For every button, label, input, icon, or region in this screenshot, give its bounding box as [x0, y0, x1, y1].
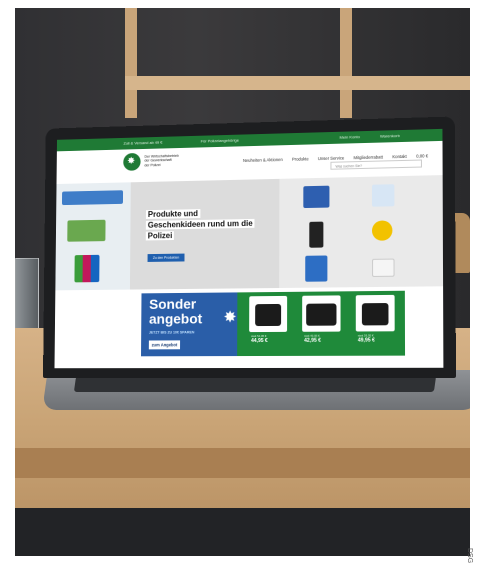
product-bottles[interactable]	[74, 254, 100, 283]
nav-item-service[interactable]: Unser Service	[318, 155, 344, 161]
product-mug[interactable]	[371, 184, 395, 207]
hero-product-tiles-left	[55, 182, 131, 291]
promo-product-backpack[interactable]	[249, 295, 288, 333]
promo-price-note: statt 49,95 €	[304, 333, 320, 338]
promo-banner: Sonder angebot ✸ JETZT BIS ZU 10€ SPAREN…	[54, 290, 444, 369]
promo-subline: JETZT BIS ZU 10€ SPAREN	[148, 330, 195, 335]
laptop-screen: Zoll & Versand ab 49 € Für Polizeiangehö…	[54, 128, 444, 369]
nav-item-products[interactable]: Produkte	[292, 156, 309, 161]
brand-name: Der Wirtschaftsbetrieb der Gewerkschaft …	[144, 154, 191, 168]
shelf-post-right	[340, 8, 352, 118]
police-star-icon: ✸	[223, 309, 237, 327]
promo-price: 49,95 €	[357, 337, 375, 344]
topbar-cart-link[interactable]: Warenkorb	[380, 133, 400, 139]
product-bag[interactable]	[305, 255, 328, 282]
nav-item-contact[interactable]: Kontakt	[392, 154, 407, 159]
shelf-board	[125, 76, 470, 90]
trolley-image	[361, 303, 389, 326]
hero-title-line: Polizei	[145, 231, 175, 241]
promo-product-trolley[interactable]	[355, 294, 395, 332]
hero-section: Produkte und Geschenkideen rund um die P…	[55, 175, 444, 291]
photo: Zoll & Versand ab 49 € Für Polizeiangehö…	[15, 8, 470, 556]
promo-headline: Sonder angebot	[148, 296, 203, 327]
promo-cta-button[interactable]: zum Angebot	[148, 340, 181, 350]
promo-product-duffel[interactable]	[302, 295, 341, 332]
product-sign[interactable]	[303, 185, 330, 209]
nav-item-news[interactable]: Neuheiten & Aktionen	[243, 157, 283, 163]
nav-cart-total[interactable]: 0,00 €	[416, 153, 428, 158]
product-cap[interactable]	[372, 258, 395, 277]
promo-headline-line: angebot	[148, 310, 203, 327]
photo-credit: DSG	[466, 548, 473, 564]
product-duck[interactable]	[371, 220, 393, 241]
brand-line: der Polizei	[144, 162, 161, 168]
product-figure[interactable]	[309, 221, 324, 248]
hero-title-line: Geschenkideen rund um die	[145, 218, 255, 230]
foreground-shadow	[15, 508, 470, 556]
table-edge	[15, 448, 470, 478]
topbar-account-link[interactable]: Mein Konto	[340, 134, 360, 140]
laptop-keyboard	[73, 376, 437, 392]
hero-title: Produkte und Geschenkideen rund um die P…	[145, 207, 274, 242]
promo-price-note: statt 59,95 €	[357, 333, 374, 338]
topbar-left-text: Zoll & Versand ab 49 €	[123, 139, 163, 146]
to-products-button[interactable]: Zu den Produkten	[147, 253, 185, 262]
product-cards[interactable]	[67, 219, 106, 242]
product-lanyard[interactable]	[61, 190, 124, 206]
laptop-lid: Zoll & Versand ab 49 € Für Polizeiangehö…	[42, 116, 456, 378]
site-logo[interactable]: ✸	[123, 152, 141, 171]
nav-item-member-discount[interactable]: Mitgliederrabatt	[354, 154, 383, 160]
backpack-image	[255, 303, 282, 327]
hero-product-tiles-right	[279, 175, 444, 289]
shelf-post-left	[125, 8, 137, 118]
duffel-image	[306, 303, 337, 326]
promo-price-note: statt 54,95 €	[251, 333, 267, 339]
police-star-icon: ✸	[127, 155, 136, 167]
promo-price: 44,95 €	[251, 337, 268, 345]
topbar-mid-text: Für Polizeiangehörige	[200, 137, 239, 144]
promo-price: 42,95 €	[304, 337, 321, 344]
hero-title-line: Produkte und	[145, 209, 200, 219]
